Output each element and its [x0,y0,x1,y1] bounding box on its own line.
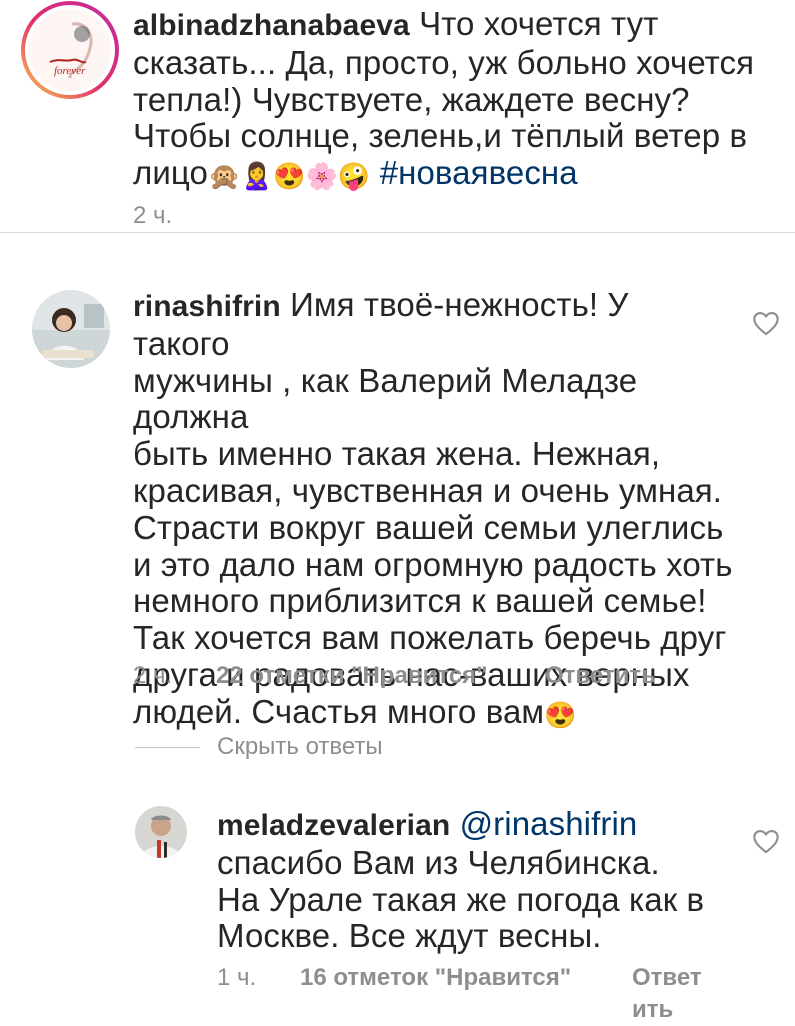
see-no-evil-monkey-icon: 🙊 [207,161,241,192]
comment-time: 2 ч. [133,202,173,229]
comment-username[interactable]: meladzevalerian [217,809,450,842]
likes-count[interactable]: 16 отметок "Нравится" [300,964,571,992]
comment-text-line: Страсти вокруг вашей семьи улеглись [133,508,724,546]
comment-text-line: мужчины , как Валерий Меладзе должна [133,361,638,436]
comment-username[interactable]: rinashifrin [133,290,281,323]
woman-pouting-icon: 🙎‍♀️ [240,161,273,192]
comment-text-line: Что хочется тут [419,5,659,42]
comment-text-line: сказать... Да, просто, уж больно хочется [133,43,755,81]
hide-replies-line [135,747,200,748]
hide-replies-button[interactable]: Скрыть ответы [217,733,383,761]
like-heart-icon[interactable] [752,310,780,336]
avatar[interactable] [32,290,110,368]
comment-text-line: и это дало нам огромную радость хоть [133,545,733,583]
likes-count[interactable]: 22 отметки "Нравится" [216,662,488,690]
reply-button[interactable]: Ответить [632,962,702,1026]
comment-time: 1 ч. [217,964,257,991]
comment-text-line: Чтобы солнце, зелень,и тёплый ветер в [133,117,748,155]
avatar-icon: forever [21,1,119,99]
comment-text-line: Так хочется вам пожелать беречь друг [133,619,727,657]
reply-button[interactable]: Ответить [545,662,656,690]
comment-text-line: На Урале такая же погода как в [217,880,705,918]
avatar-icon [32,290,110,368]
comment-text-line: тепла!) Чувствуете, жаждете весну? [133,80,690,118]
avatar-icon [135,806,187,858]
comment-body: albinadzhanabaeva Что хочется тут сказат… [133,5,773,195]
avatar[interactable] [135,806,187,858]
divider [0,232,795,233]
mention-link[interactable]: @rinashifrin [460,805,638,842]
comment-text-line: Москве. Все ждут весны. [217,917,602,955]
comment-text-line: красивая, чувственная и очень умная. [133,471,723,509]
heart-eyes-icon: 😍 [272,161,306,192]
comment-text-line: спасибо Вам из Челябинска. [217,843,660,881]
comment-text-line: лицо [133,154,208,192]
hashtag-link[interactable]: #новаявесна [380,154,578,191]
comment-username[interactable]: albinadzhanabaeva [133,9,410,42]
zany-face-icon: 🤪 [337,161,371,192]
comment-time: 2 ч. [133,662,173,689]
cherry-blossom-icon: 🌸 [305,161,338,192]
comment-body: meladzevalerian @rinashifrin спасибо Вам… [217,805,737,955]
like-heart-icon[interactable] [752,828,780,854]
svg-text:forever: forever [54,65,86,77]
comment-text-line: людей. Счастья много вам [133,692,545,730]
comment-text-line: быть именно такая жена. Нежная, [133,435,661,473]
avatar-story-ring[interactable]: forever [20,0,120,100]
heart-eyes-icon: 😍 [544,699,577,730]
comment-text-line: немного приблизится к вашей семье! [133,582,707,620]
